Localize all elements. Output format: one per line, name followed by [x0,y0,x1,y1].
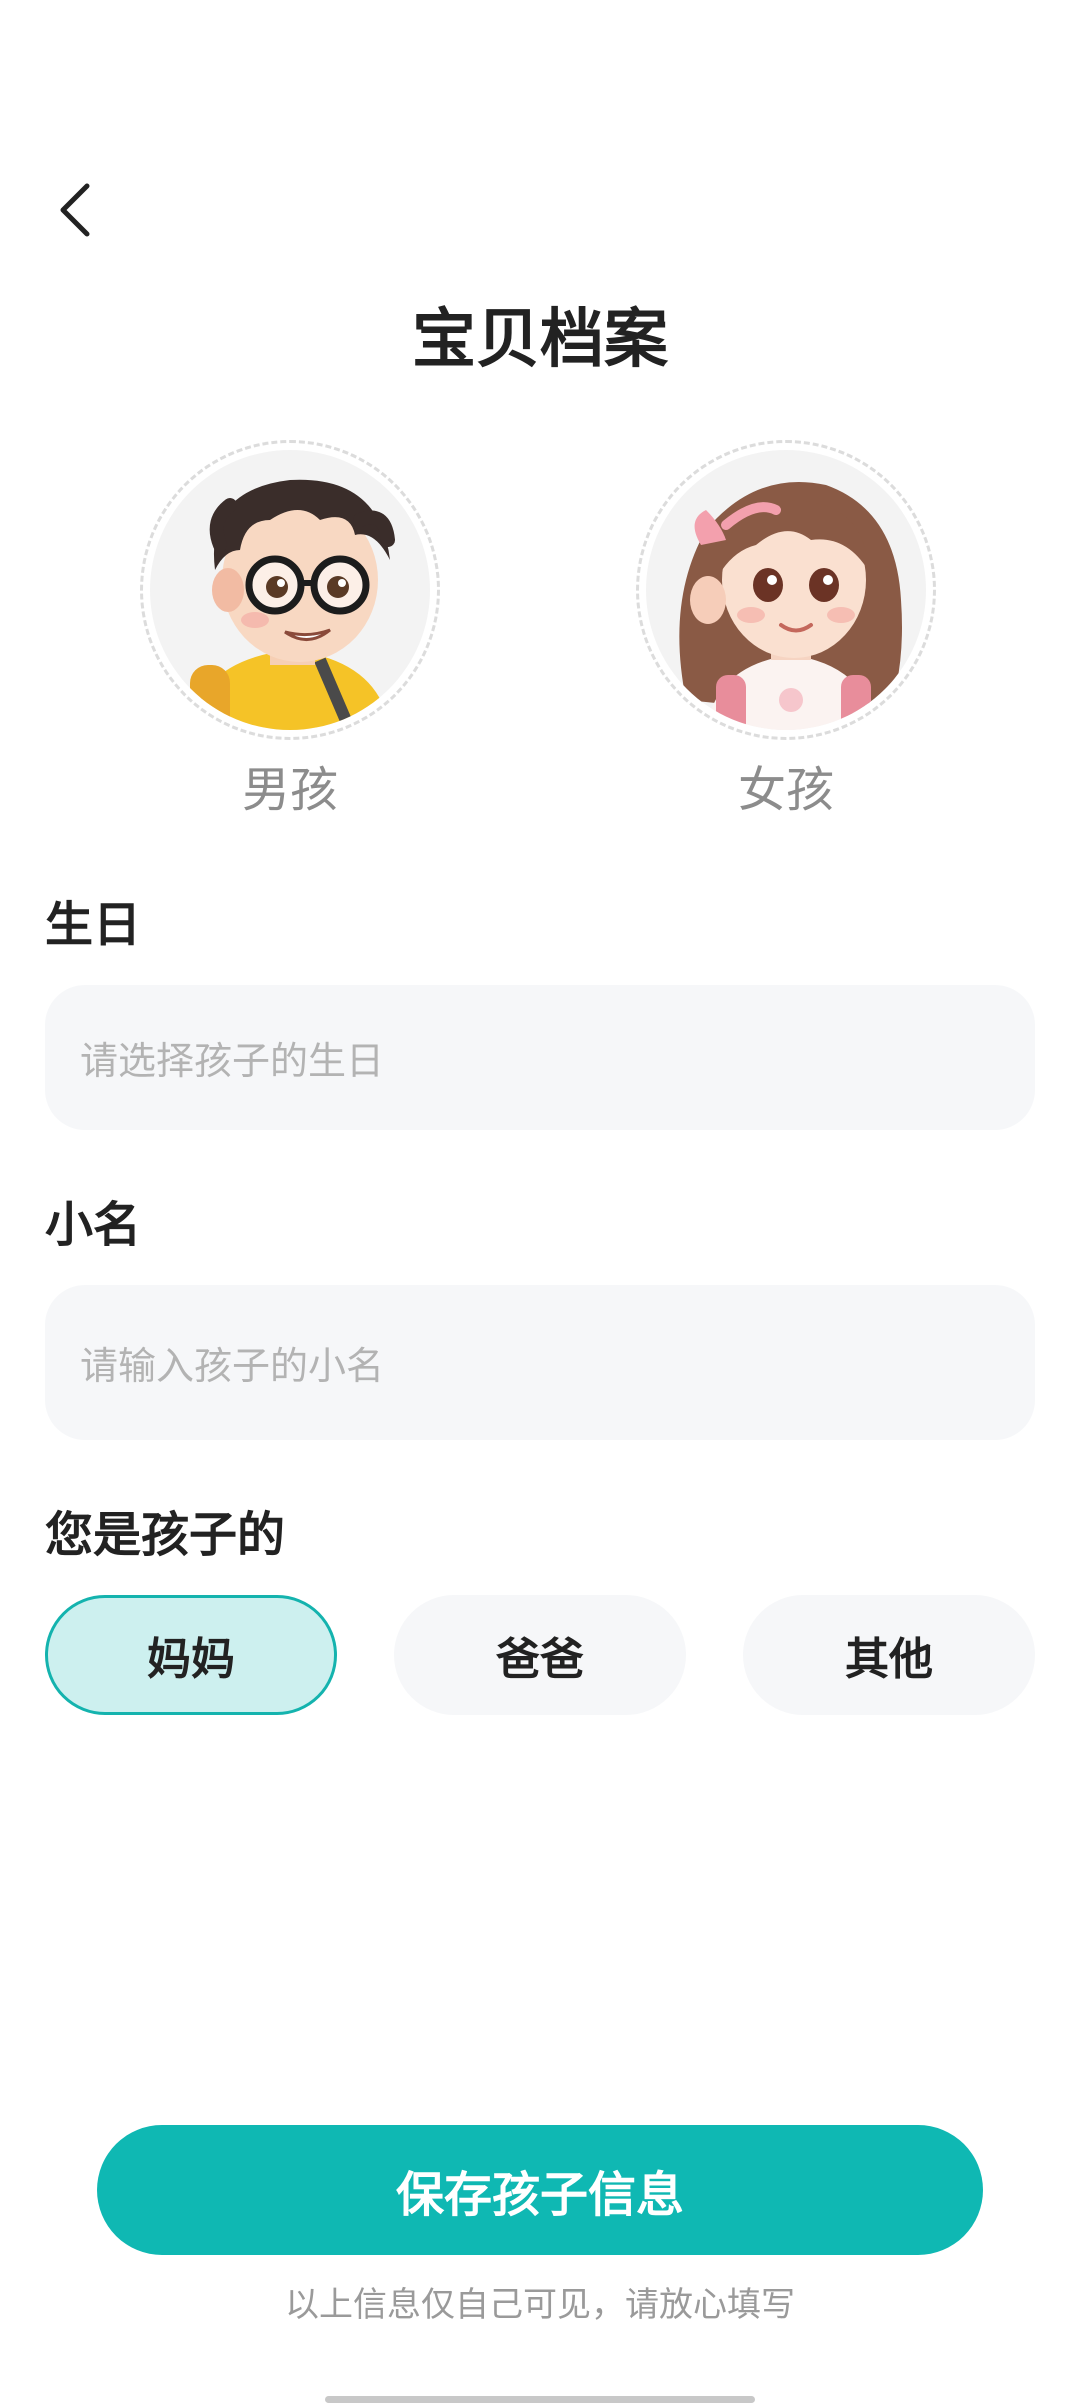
avatar-ring [140,440,440,740]
birthday-label: 生日 [45,897,142,953]
avatar-ring [636,440,936,740]
back-button[interactable] [40,165,110,255]
birthday-input[interactable]: 请选择孩子的生日 [45,985,1035,1130]
privacy-note: 以上信息仅自己可见，请放心填写 [285,2285,795,2325]
chevron-left-icon [60,183,90,237]
gender-label-girl: 女孩 [737,762,834,818]
relation-option-dad[interactable]: 爸爸 [394,1595,686,1715]
boy-avatar [150,450,430,730]
relation-option-mom[interactable]: 妈妈 [45,1595,337,1715]
nickname-label: 小名 [45,1197,142,1253]
home-indicator[interactable] [325,2396,755,2403]
nickname-input[interactable]: 请输入孩子的小名 [45,1285,1035,1440]
girl-avatar [646,450,926,730]
birthday-placeholder: 请选择孩子的生日 [80,1039,385,1083]
gender-label-boy: 男孩 [241,762,338,818]
relation-label: 您是孩子的 [45,1507,286,1563]
save-button[interactable]: 保存孩子信息 [97,2125,983,2255]
relation-option-other[interactable]: 其他 [743,1595,1035,1715]
gender-option-boy[interactable]: 男孩 [140,440,440,840]
gender-option-girl[interactable]: 女孩 [636,440,936,840]
nickname-placeholder: 请输入孩子的小名 [80,1344,385,1388]
page-title: 宝贝档案 [412,303,668,377]
